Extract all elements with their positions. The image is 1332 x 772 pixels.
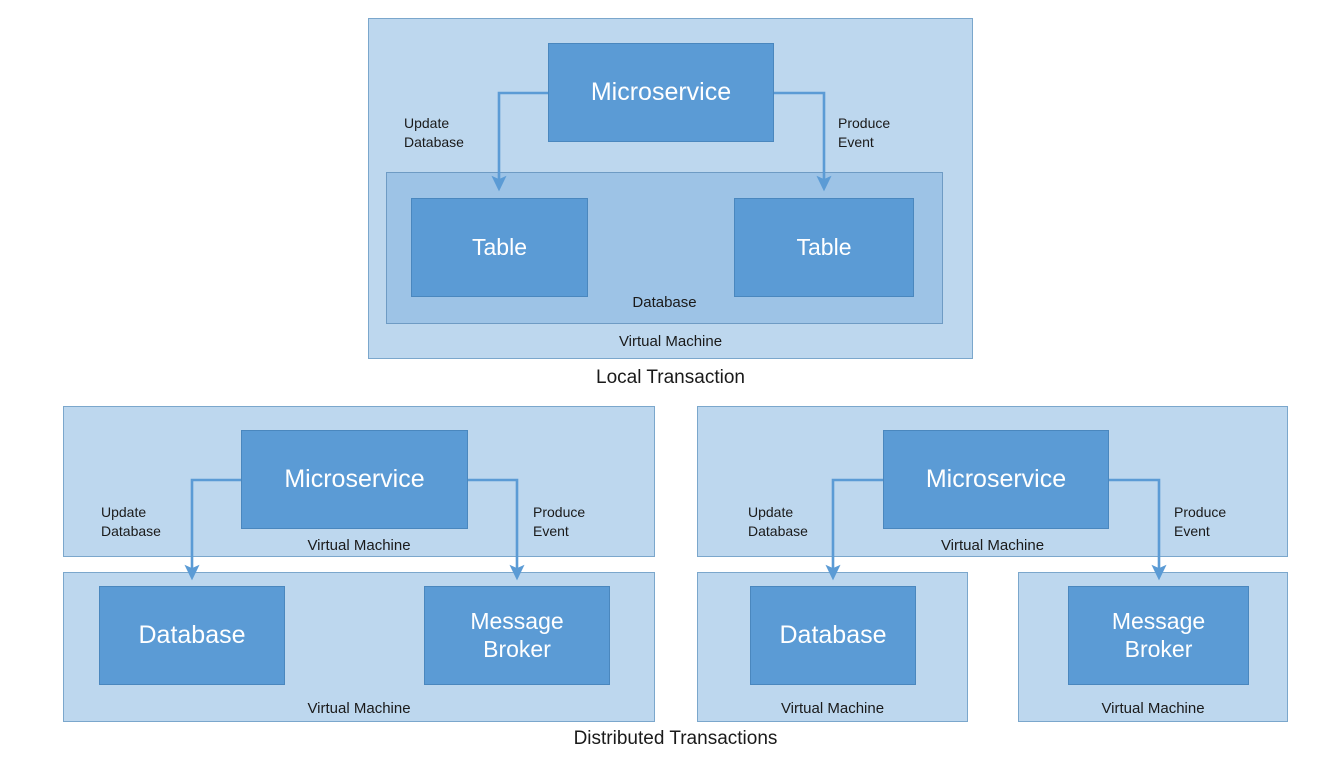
local-virtual-machine-caption: Virtual Machine — [368, 333, 973, 350]
dist-left-service-vm-caption-text: Virtual Machine — [307, 537, 411, 554]
dist-right-produce-event-label: Produce Event — [1174, 484, 1226, 541]
dist-right-broker-vm-caption-text: Virtual Machine — [1101, 700, 1205, 717]
dist-right-database-label: Database — [779, 620, 887, 649]
dist-left-produce-event-text: Produce Event — [533, 503, 586, 539]
dist-right-database-node: Database — [750, 586, 916, 685]
dist-left-message-broker-node: Message Broker — [424, 586, 610, 685]
local-transaction-caption: Local Transaction — [368, 367, 973, 389]
dist-right-broker-vm-caption: Virtual Machine — [1018, 700, 1288, 717]
local-produce-event-text: Produce Event — [838, 114, 891, 150]
dist-right-database-vm-caption-text: Virtual Machine — [780, 700, 885, 717]
distributed-transactions-caption-text: Distributed Transactions — [573, 728, 778, 749]
local-microservice-node: Microservice — [548, 43, 774, 142]
dist-left-produce-event-label: Produce Event — [533, 484, 585, 541]
local-produce-event-label: Produce Event — [838, 95, 890, 152]
dist-right-message-broker-node: Message Broker — [1068, 586, 1249, 685]
diagram-canvas: Microservice Table Table Database Virtua… — [0, 0, 1332, 772]
dist-left-database-label: Database — [138, 620, 246, 649]
local-update-database-text: Update Database — [404, 114, 464, 150]
local-table-node-left: Table — [411, 198, 588, 297]
dist-right-microservice-label: Microservice — [925, 464, 1067, 493]
dist-right-message-broker-label: Message Broker — [1111, 608, 1206, 662]
dist-left-store-vm-caption-text: Virtual Machine — [307, 700, 411, 717]
local-database-caption-text: Database — [632, 294, 697, 311]
dist-left-database-node: Database — [99, 586, 285, 685]
local-virtual-machine-caption-text: Virtual Machine — [618, 333, 723, 350]
distributed-transactions-caption: Distributed Transactions — [63, 728, 1288, 750]
dist-left-update-database-text: Update Database — [101, 503, 161, 539]
dist-right-service-vm-caption-text: Virtual Machine — [940, 537, 1045, 554]
dist-left-microservice-node: Microservice — [241, 430, 468, 529]
dist-right-database-vm-caption: Virtual Machine — [697, 700, 968, 717]
local-database-caption: Database — [386, 294, 943, 311]
local-table-label-left: Table — [472, 233, 527, 260]
dist-left-update-database-label: Update Database — [101, 484, 161, 541]
dist-right-produce-event-text: Produce Event — [1174, 503, 1227, 539]
local-table-label-right: Table — [796, 233, 852, 260]
local-microservice-label: Microservice — [590, 77, 732, 106]
dist-left-store-vm-caption: Virtual Machine — [63, 700, 655, 717]
dist-right-update-database-text: Update Database — [748, 503, 808, 539]
dist-right-microservice-node: Microservice — [883, 430, 1109, 529]
dist-left-microservice-label: Microservice — [284, 464, 425, 493]
local-transaction-caption-text: Local Transaction — [596, 367, 745, 388]
dist-right-update-database-label: Update Database — [748, 484, 808, 541]
dist-left-message-broker-label: Message Broker — [470, 608, 564, 662]
local-update-database-label: Update Database — [404, 95, 464, 152]
local-table-node-right: Table — [734, 198, 914, 297]
